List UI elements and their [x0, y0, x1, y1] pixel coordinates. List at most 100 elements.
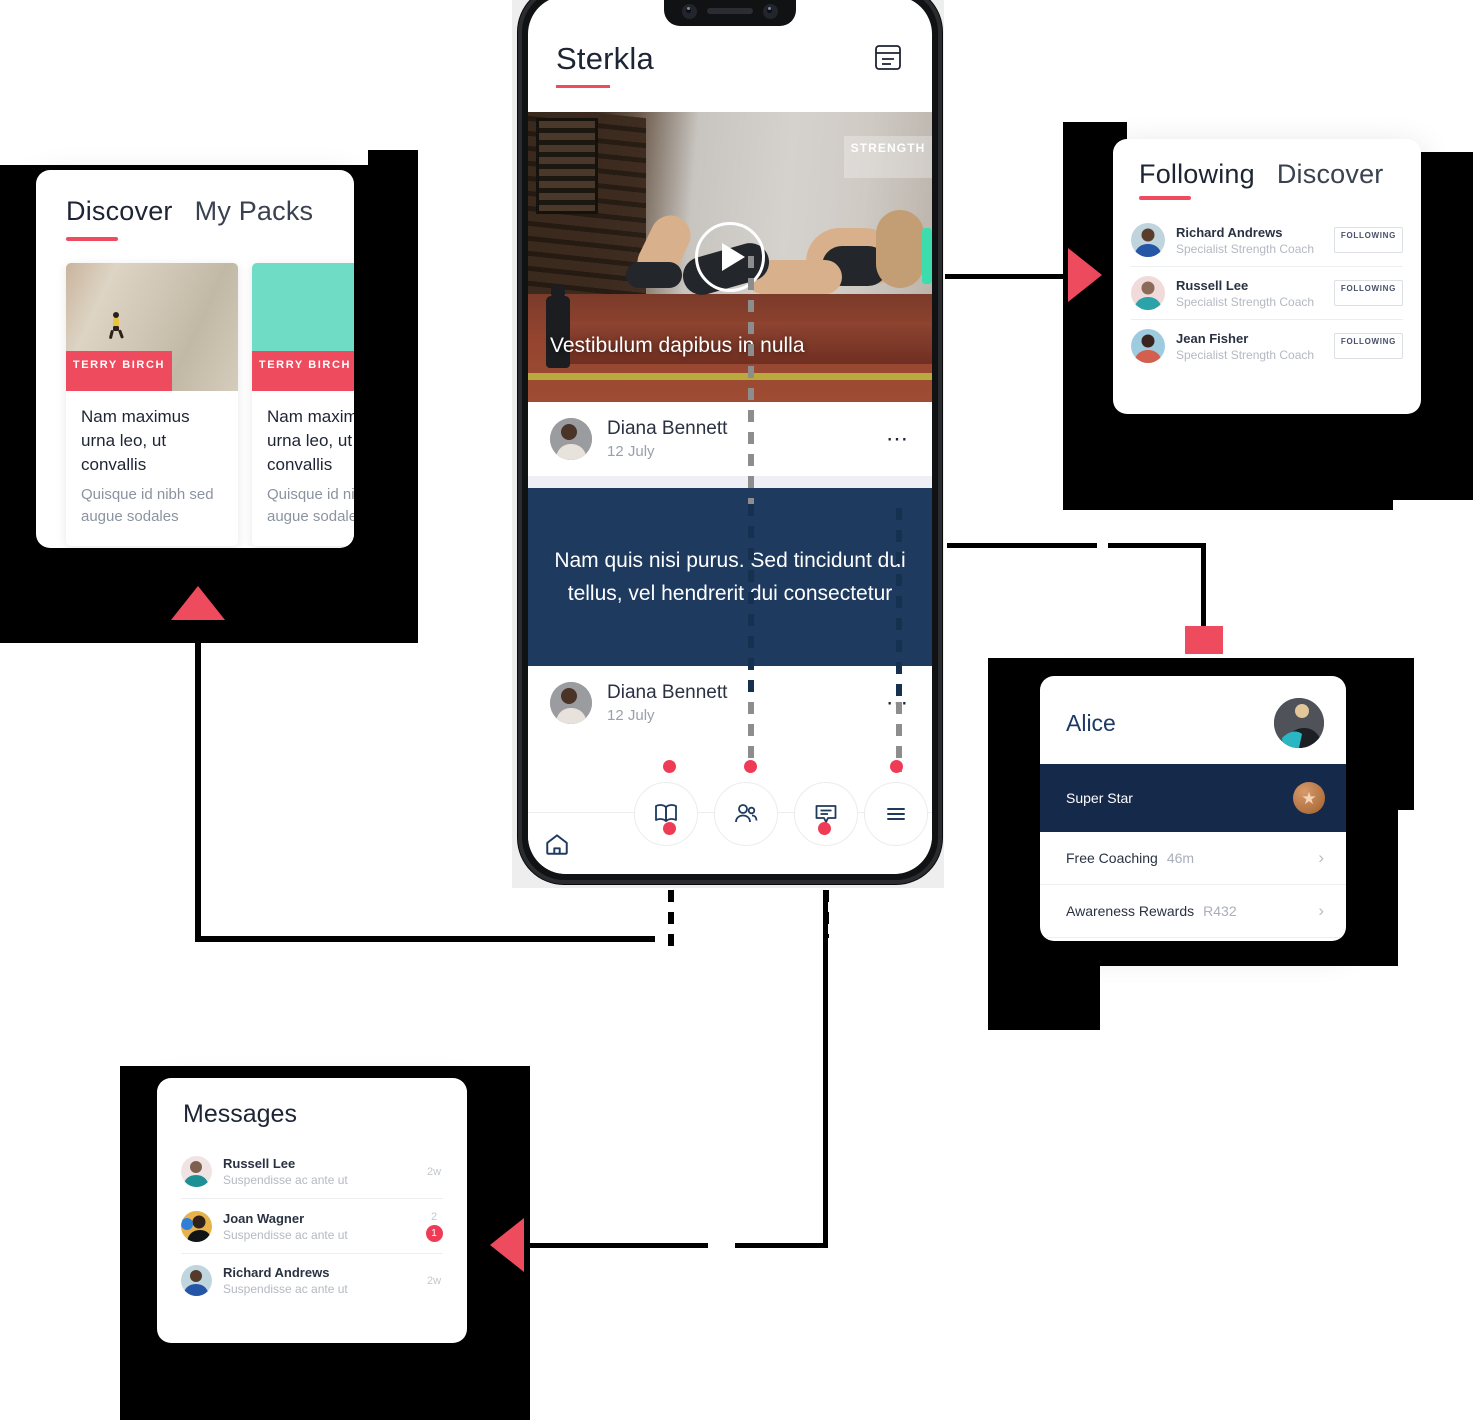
alice-row-value: 46m	[1166, 850, 1195, 866]
following-button[interactable]: FOLLOWING	[1334, 280, 1403, 306]
message-row[interactable]: Richard Andrews Suspendisse ac ante ut 2…	[181, 1254, 443, 1307]
following-backdrop-low	[1063, 480, 1393, 510]
pack-image: TERRY BIRCH	[66, 263, 238, 391]
following-card-header: Following Discover	[1113, 139, 1421, 190]
message-sender: Russell Lee	[223, 1156, 296, 1171]
post-text: Diana Bennett 12 July	[607, 682, 727, 724]
pack-tag: TERRY BIRCH	[66, 351, 172, 391]
tab-discover[interactable]: Discover	[1277, 159, 1384, 190]
pack-title: Nam maximus urna leo, ut convallis	[267, 407, 354, 474]
runner-figure-icon	[109, 312, 124, 339]
hero-rack	[536, 118, 598, 214]
unread-badge: 1	[425, 1225, 443, 1242]
chevron-right-icon: ›	[1318, 901, 1324, 920]
pack-image: TERRY BIRCH	[252, 263, 354, 391]
coach-role: Specialist Strength Coach	[1176, 241, 1315, 256]
note-icon[interactable]	[872, 41, 904, 73]
nav-packs[interactable]	[634, 782, 698, 846]
avatar	[550, 418, 592, 460]
pack-card[interactable]: TERRY BIRCH Nam maximus urna leo, ut con…	[66, 263, 238, 546]
hotspot-dot-more[interactable]	[890, 760, 903, 773]
nav-messages[interactable]	[794, 782, 858, 846]
following-tabs: Following Discover	[1139, 159, 1395, 190]
quote-card: Nam quis nisi purus. Sed tincidunt dui t…	[528, 488, 932, 666]
post-author: Diana Bennett	[607, 682, 728, 703]
hero-video-card[interactable]: STRENGTH Vestibulum dapibus in nulla	[528, 112, 932, 402]
pack-card[interactable]: TERRY BIRCH Nam maximus urna leo, ut con…	[252, 263, 354, 546]
teal-accent-strip	[922, 228, 932, 284]
coach-name: Russell Lee	[1176, 277, 1249, 293]
hotspot-dot-packs-top[interactable]	[663, 760, 676, 773]
message-row[interactable]: Russell Lee Suspendisse ac ante ut 2w	[181, 1145, 443, 1199]
pack-subtitle: Quisque id nibh sed augue sodales	[267, 486, 354, 525]
tab-discover[interactable]: Discover	[66, 196, 173, 227]
coach-name: Richard Andrews	[1176, 224, 1283, 240]
play-icon[interactable]	[695, 222, 765, 292]
post-row[interactable]: Diana Bennett 12 July ⋯	[528, 666, 932, 740]
connector-hline-following	[945, 274, 1070, 279]
coach-list: Richard Andrews Specialist Strength Coac…	[1113, 200, 1421, 372]
following-button[interactable]: FOLLOWING	[1334, 227, 1403, 253]
post-row[interactable]: Diana Bennett 12 July ⋯	[528, 402, 932, 476]
message-text: Russell Lee Suspendisse ac ante ut	[223, 1156, 414, 1187]
nav-more[interactable]	[864, 782, 928, 846]
coach-role: Specialist Strength Coach	[1176, 294, 1315, 309]
discover-card-header: Discover My Packs	[36, 170, 354, 227]
discover-backdrop-step	[368, 150, 418, 180]
messages-card[interactable]: Messages Russell Lee Suspendisse ac ante…	[157, 1078, 467, 1343]
message-meta: 2 1	[425, 1210, 443, 1242]
front-camera-2-icon	[763, 3, 778, 19]
connector-arrow-left-messages	[490, 1218, 524, 1272]
following-button[interactable]: FOLLOWING	[1334, 333, 1403, 359]
alice-row-awareness-rewards[interactable]: Awareness Rewards R432 ›	[1040, 885, 1346, 938]
following-coaches-card[interactable]: Following Discover Richard Andrews Speci…	[1113, 139, 1421, 414]
connector-hline-messages2	[528, 1243, 708, 1248]
alice-row-free-coaching[interactable]: Free Coaching 46m ›	[1040, 832, 1346, 885]
connector-hline-alice-top2	[1108, 543, 1206, 548]
message-text: Joan Wagner Suspendisse ac ante ut	[223, 1211, 414, 1242]
connector-arrow-up-discover	[171, 586, 225, 620]
alice-row-superstar[interactable]: Super Star ★	[1040, 764, 1346, 832]
guide-dash-left-bottom	[668, 890, 674, 948]
alice-backdrop-right	[1380, 658, 1414, 810]
nav-coaches[interactable]	[714, 782, 778, 846]
alice-row-label: Super Star	[1066, 790, 1133, 806]
message-sender: Joan Wagner	[223, 1210, 305, 1226]
discover-packs-card[interactable]: Discover My Packs TERRY BIRCH Nam maximu…	[36, 170, 354, 548]
guide-dash-right-dark	[896, 508, 902, 704]
following-tab-underline-wrap	[1113, 190, 1421, 200]
alice-header: Alice	[1040, 676, 1346, 764]
avatar	[181, 1156, 212, 1187]
connector-hline-messages	[735, 1243, 827, 1248]
pack-tag: TERRY BIRCH	[252, 351, 354, 391]
coach-row[interactable]: Richard Andrews Specialist Strength Coac…	[1131, 214, 1403, 267]
alice-name: Alice	[1066, 709, 1116, 736]
pack-title: Nam maximus urna leo, ut convallis	[81, 407, 190, 474]
message-sender: Richard Andrews	[223, 1265, 330, 1280]
message-row[interactable]: Joan Wagner Suspendisse ac ante ut 2 1	[181, 1199, 443, 1254]
message-time: 2w	[426, 1165, 442, 1178]
pack-subtitle: Quisque id nibh sed augue sodales	[81, 486, 214, 525]
more-horizontal-icon[interactable]: ⋯	[886, 428, 910, 450]
connector-vline-discover	[195, 640, 201, 940]
discover-tabs: Discover My Packs	[66, 196, 324, 227]
phone-device: Sterkla STRENGTH Vestibulum dapibus in n…	[518, 0, 942, 884]
message-meta: 2w	[425, 1165, 443, 1179]
hotspot-dot-messages[interactable]	[818, 822, 831, 835]
nav-home[interactable]	[539, 826, 575, 862]
alice-row-label: Awareness Rewards	[1066, 903, 1195, 919]
alice-profile-card[interactable]: Alice Super Star ★ Free Coaching 46m › A…	[1040, 676, 1346, 941]
avatar	[1131, 276, 1165, 310]
phone-screen: Sterkla STRENGTH Vestibulum dapibus in n…	[528, 0, 932, 874]
hotspot-dot-packs-bottom[interactable]	[663, 822, 676, 835]
hotspot-dot-coaches[interactable]	[744, 760, 757, 773]
coach-role: Specialist Strength Coach	[1176, 347, 1315, 362]
coach-row[interactable]: Russell Lee Specialist Strength Coach FO…	[1131, 267, 1403, 320]
connector-square-alice	[1185, 626, 1223, 654]
tab-following[interactable]: Following	[1139, 159, 1255, 190]
message-time: 2w	[426, 1274, 442, 1287]
avatar	[181, 1265, 212, 1296]
tab-my-packs[interactable]: My Packs	[195, 196, 314, 227]
coach-row[interactable]: Jean Fisher Specialist Strength Coach FO…	[1131, 320, 1403, 372]
avatar[interactable]	[1274, 698, 1324, 748]
